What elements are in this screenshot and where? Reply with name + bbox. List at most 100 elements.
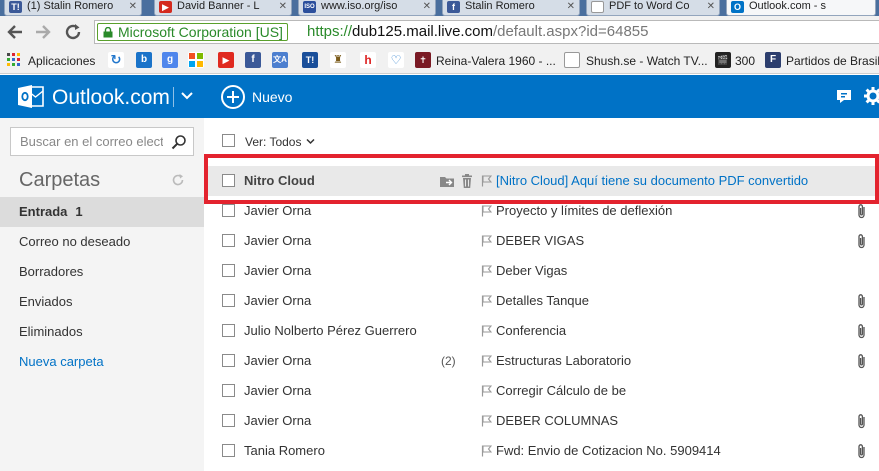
outlook-header: Outlook.com Nuevo bbox=[0, 75, 879, 118]
back-arrow-icon[interactable] bbox=[4, 21, 26, 43]
folder-label: Borradores bbox=[19, 264, 84, 279]
message-row[interactable]: Javier Orna Proyecto y límites de deflex… bbox=[204, 196, 879, 226]
browser-tab-5[interactable]: PDF to Word Co ✕ bbox=[586, 0, 720, 16]
gear-icon[interactable] bbox=[864, 87, 879, 105]
bookmark-b-icon[interactable]: b bbox=[136, 52, 152, 68]
tab-close-icon[interactable]: ✕ bbox=[423, 0, 431, 13]
flag-icon[interactable] bbox=[481, 175, 492, 187]
bookmark-300[interactable]: 300 bbox=[735, 53, 755, 69]
message-row[interactable]: Javier Orna Deber Vigas bbox=[204, 256, 879, 286]
message-row[interactable]: Tania Romero Fwd: Envio de Cotizacion No… bbox=[204, 436, 879, 466]
folder-eliminados[interactable]: Eliminados bbox=[0, 317, 204, 347]
flag-icon[interactable] bbox=[481, 205, 492, 217]
flag-icon[interactable] bbox=[481, 385, 492, 397]
address-bar[interactable]: Microsoft Corporation [US] https://dub12… bbox=[94, 20, 879, 44]
row-checkbox[interactable] bbox=[222, 444, 235, 457]
row-checkbox[interactable] bbox=[222, 324, 235, 337]
tab-title: (1) Stalin Romero bbox=[27, 0, 114, 12]
view-filter-dropdown[interactable]: Ver: Todos bbox=[245, 135, 301, 149]
new-folder-link[interactable]: Nueva carpeta bbox=[0, 347, 204, 377]
message-list: Ver: Todos Nitro Cloud [Nitro Cloud] Aqu… bbox=[204, 118, 879, 471]
flag-icon[interactable] bbox=[481, 265, 492, 277]
bookmark-shush[interactable]: Shush.se - Watch TV... bbox=[586, 53, 708, 69]
bookmark-t-icon[interactable]: T! bbox=[302, 52, 318, 68]
message-sender: Julio Nolberto Pérez Guerrero bbox=[244, 323, 417, 338]
row-checkbox[interactable] bbox=[222, 174, 235, 187]
message-row[interactable]: Javier Orna DEBER COLUMNAS bbox=[204, 406, 879, 436]
flag-icon[interactable] bbox=[481, 355, 492, 367]
bookmark-heart-icon[interactable]: ♡ bbox=[388, 52, 404, 68]
browser-tab-2[interactable]: ▶ David Banner - L ✕ bbox=[154, 0, 292, 16]
message-row[interactable]: Javier Orna Detalles Tanque bbox=[204, 286, 879, 316]
message-row[interactable]: Nitro Cloud [Nitro Cloud] Aquí tiene su … bbox=[204, 166, 879, 196]
browser-tab-3[interactable]: ISO www.iso.org/iso ✕ bbox=[298, 0, 436, 16]
message-subject: Proyecto y límites de deflexión bbox=[496, 203, 673, 218]
app-switcher-chevron-icon[interactable] bbox=[180, 89, 194, 103]
row-checkbox[interactable] bbox=[222, 354, 235, 367]
message-subject: Corregir Cálculo de be bbox=[496, 383, 627, 398]
tab-title: PDF to Word Co bbox=[609, 0, 690, 12]
bookmark-partidos[interactable]: Partidos de Brasil bbox=[786, 53, 879, 69]
browser-tab-1[interactable]: T! (1) Stalin Romero ✕ bbox=[4, 0, 142, 16]
url-text[interactable]: https://dub125.mail.live.com/default.asp… bbox=[307, 23, 648, 41]
reload-icon[interactable] bbox=[62, 21, 84, 43]
row-checkbox[interactable] bbox=[222, 414, 235, 427]
forward-arrow-icon[interactable] bbox=[32, 21, 54, 43]
folder-borradores[interactable]: Borradores bbox=[0, 257, 204, 287]
refresh-icon[interactable] bbox=[171, 173, 185, 187]
bookmark-windows-icon[interactable] bbox=[188, 52, 204, 68]
message-subject: Fwd: Envio de Cotizacion No. 5909414 bbox=[496, 443, 721, 458]
message-row[interactable]: Javier Orna DEBER VIGAS bbox=[204, 226, 879, 256]
bookmark-apps[interactable]: Aplicaciones bbox=[28, 53, 95, 69]
move-to-folder-icon[interactable] bbox=[439, 173, 455, 189]
chevron-down-icon[interactable] bbox=[306, 138, 315, 145]
browser-tab-4[interactable]: f Stalin Romero ✕ bbox=[442, 0, 580, 16]
message-subject: DEBER VIGAS bbox=[496, 233, 585, 248]
flag-icon[interactable] bbox=[481, 415, 492, 427]
tab-close-icon[interactable]: ✕ bbox=[129, 0, 137, 13]
plus-circle-icon bbox=[221, 85, 245, 109]
messaging-icon[interactable] bbox=[835, 87, 853, 105]
flag-icon[interactable] bbox=[481, 445, 492, 457]
row-checkbox[interactable] bbox=[222, 384, 235, 397]
outlook-brand[interactable]: Outlook.com bbox=[52, 86, 170, 110]
message-sender: Javier Orna bbox=[244, 353, 312, 368]
flag-icon[interactable] bbox=[481, 235, 492, 247]
tab-close-icon[interactable]: ✕ bbox=[567, 0, 575, 13]
bookmark-facebook-icon[interactable]: f bbox=[245, 52, 261, 68]
row-checkbox[interactable] bbox=[222, 234, 235, 247]
trash-icon[interactable] bbox=[459, 173, 475, 189]
select-all-checkbox[interactable] bbox=[222, 134, 235, 147]
row-checkbox[interactable] bbox=[222, 264, 235, 277]
search-icon[interactable] bbox=[171, 134, 187, 150]
bookmark-shield-icon[interactable]: ♜ bbox=[330, 52, 346, 68]
message-row[interactable]: Javier Orna Corregir Cálculo de be bbox=[204, 376, 879, 406]
tab-close-icon[interactable]: ✕ bbox=[279, 0, 287, 13]
folder-correo-no-deseado[interactable]: Correo no deseado bbox=[0, 227, 204, 257]
folder-enviados[interactable]: Enviados bbox=[0, 287, 204, 317]
clapper-icon: 🎬 bbox=[715, 52, 731, 68]
outlook-logo-icon[interactable] bbox=[18, 84, 44, 109]
tab-favicon-icon: O bbox=[731, 1, 744, 13]
message-subject: [Nitro Cloud] Aquí tiene su documento PD… bbox=[496, 173, 809, 188]
message-row[interactable]: Javier Orna (2) Estructuras Laboratorio bbox=[204, 346, 879, 376]
tab-close-icon[interactable]: ✕ bbox=[707, 0, 715, 13]
folder-entrada[interactable]: Entrada 1 bbox=[0, 197, 204, 227]
new-message-label: Nuevo bbox=[252, 89, 293, 105]
row-checkbox[interactable] bbox=[222, 294, 235, 307]
bookmark-translate-icon[interactable]: 文A bbox=[272, 52, 288, 68]
flag-icon[interactable] bbox=[481, 295, 492, 307]
bookmark-chair-icon[interactable]: h bbox=[360, 52, 376, 68]
bookmark-google-icon[interactable]: g bbox=[162, 52, 178, 68]
row-checkbox[interactable] bbox=[222, 204, 235, 217]
bookmark-swirl-icon[interactable]: ↻ bbox=[108, 52, 124, 68]
bookmark-youtube-icon[interactable]: ▶ bbox=[218, 52, 234, 68]
bookmark-reina-valera[interactable]: Reina-Valera 1960 - ... bbox=[436, 53, 556, 69]
message-row[interactable]: Julio Nolberto Pérez Guerrero Conferenci… bbox=[204, 316, 879, 346]
tab-title: Stalin Romero bbox=[465, 0, 535, 12]
ev-certificate-badge[interactable]: Microsoft Corporation [US] bbox=[97, 23, 288, 41]
browser-tab-active[interactable]: O Outlook.com - s bbox=[726, 0, 876, 16]
flag-icon[interactable] bbox=[481, 325, 492, 337]
list-filter-bar: Ver: Todos bbox=[204, 118, 879, 163]
mail-search-input[interactable] bbox=[11, 128, 163, 155]
